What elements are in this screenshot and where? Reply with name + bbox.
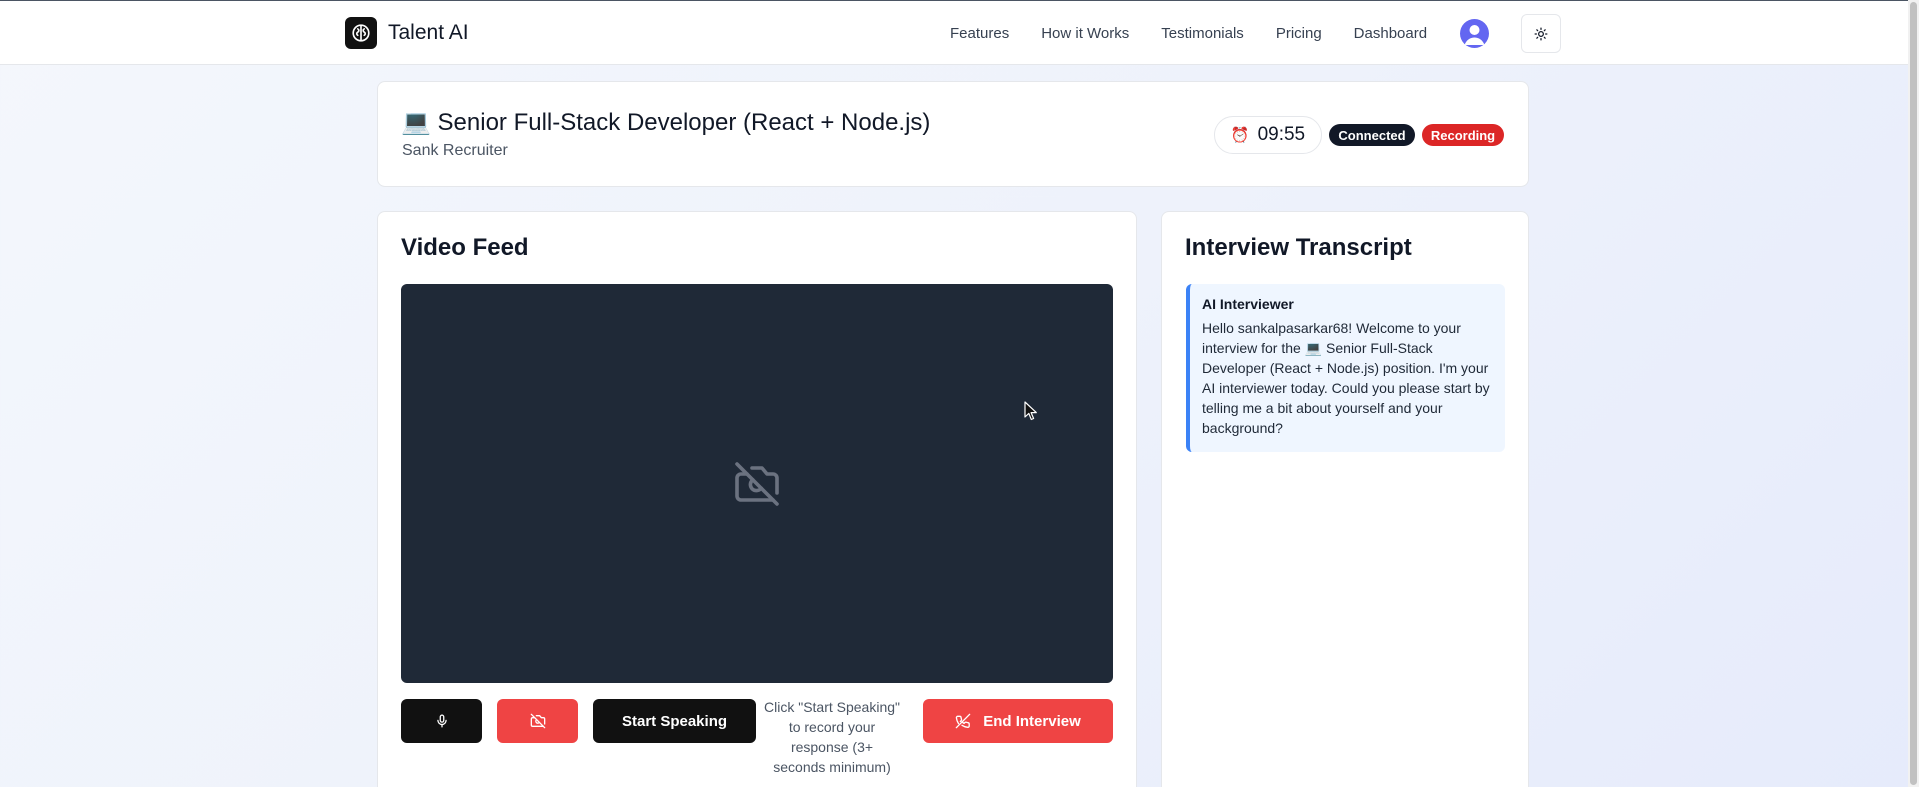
- interview-header-card: 💻 Senior Full-Stack Developer (React + N…: [377, 81, 1529, 187]
- transcript-title: Interview Transcript: [1185, 234, 1412, 261]
- timer-value: 09:55: [1257, 124, 1306, 145]
- top-navbar: Talent AI Features How it Works Testimon…: [0, 0, 1908, 65]
- mouse-cursor-icon: [1024, 401, 1037, 421]
- video-controls: Start Speaking Click "Start Speaking" to…: [401, 699, 1113, 775]
- camera-off-icon: [735, 461, 779, 506]
- user-avatar-icon[interactable]: [1460, 19, 1489, 48]
- scrollbar-thumb[interactable]: [1910, 2, 1917, 785]
- video-feed: [401, 284, 1113, 683]
- video-card: Video Feed Start Speaking Click "Start S…: [377, 211, 1137, 787]
- microphone-button[interactable]: [401, 699, 482, 743]
- alarm-clock-icon: ⏰: [1230, 127, 1250, 144]
- brand-name: Talent AI: [388, 21, 469, 44]
- theme-toggle-button[interactable]: [1521, 14, 1561, 53]
- camera-off-icon: [530, 713, 545, 729]
- transcript-message: AI Interviewer Hello sankalpasarkar68! W…: [1186, 284, 1505, 452]
- recording-hint: Click "Start Speaking" to record your re…: [764, 699, 900, 775]
- transcript-card: Interview Transcript AI Interviewer Hell…: [1161, 211, 1529, 787]
- nav-link-dashboard[interactable]: Dashboard: [1354, 25, 1427, 42]
- start-speaking-button[interactable]: Start Speaking: [593, 699, 756, 743]
- phone-off-icon: [955, 713, 971, 729]
- camera-toggle-button[interactable]: [497, 699, 578, 743]
- nav-link-features[interactable]: Features: [950, 25, 1009, 42]
- brand[interactable]: Talent AI: [345, 17, 469, 49]
- microphone-icon: [436, 714, 447, 728]
- recording-badge: Recording: [1422, 124, 1504, 146]
- video-feed-title: Video Feed: [401, 234, 529, 261]
- brain-icon: [345, 17, 377, 49]
- connected-badge: Connected: [1329, 124, 1415, 146]
- nav-link-testimonials[interactable]: Testimonials: [1161, 25, 1244, 42]
- sun-icon: [1534, 27, 1548, 40]
- interview-timer: ⏰ 09:55: [1214, 116, 1322, 154]
- end-interview-button[interactable]: End Interview: [923, 699, 1113, 743]
- nav-link-how-it-works[interactable]: How it Works: [1041, 25, 1129, 42]
- message-text: Hello sankalpasarkar68! Welcome to your …: [1202, 320, 1490, 436]
- job-title: 💻 Senior Full-Stack Developer (React + N…: [401, 109, 931, 136]
- main-nav: Features How it Works Testimonials Prici…: [950, 1, 1427, 66]
- message-author: AI Interviewer: [1202, 296, 1294, 312]
- company-name: Sank Recruiter: [402, 142, 508, 159]
- end-interview-label: End Interview: [983, 712, 1081, 730]
- nav-link-pricing[interactable]: Pricing: [1276, 25, 1322, 42]
